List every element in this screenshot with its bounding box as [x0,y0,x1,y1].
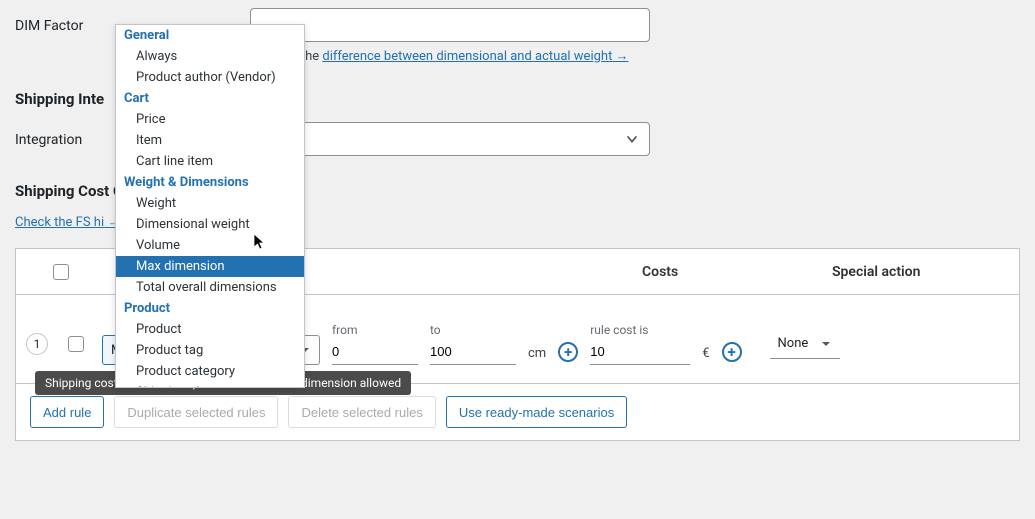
to-label: to [430,323,516,337]
dim-factor-input[interactable] [250,8,650,42]
from-input[interactable] [332,339,418,365]
unit-cm: cm [528,346,546,365]
dropdown-option[interactable]: Always [116,46,304,67]
when-dropdown-list[interactable]: GeneralAlwaysProduct author (Vendor)Cart… [115,24,305,388]
dropdown-option[interactable]: Cart line item [116,151,304,172]
chevron-down-icon [625,132,639,146]
to-input[interactable] [430,339,516,365]
costs-header: Costs [642,264,832,280]
dropdown-group: Weight & Dimensions [116,172,304,193]
dropdown-option[interactable]: Dimensional weight [116,214,304,235]
select-all-checkbox[interactable] [53,264,69,280]
dropdown-option[interactable]: Shipping class [116,382,304,388]
dropdown-option[interactable]: Product tag [116,340,304,361]
unit-eur: € [702,346,709,365]
delete-rules-button[interactable]: Delete selected rules [288,396,435,428]
rule-number: 1 [26,333,48,355]
add-cost-button[interactable]: + [722,342,742,362]
integration-select[interactable] [250,122,650,156]
add-rule-button[interactable]: Add rule [30,396,104,428]
rule-cost-label: rule cost is [590,323,690,337]
dropdown-group: Cart [116,88,304,109]
helper-text: re about the difference between dimensio… [250,42,650,64]
mouse-cursor-icon [253,233,267,251]
dropdown-option[interactable]: Product [116,319,304,340]
special-action-select[interactable]: None [770,329,840,359]
special-action-header: Special action [832,264,1019,280]
dropdown-option[interactable]: Price [116,109,304,130]
dropdown-option[interactable]: Volume [116,235,304,256]
dropdown-option[interactable]: Weight [116,193,304,214]
use-scenarios-button[interactable]: Use ready-made scenarios [446,396,627,428]
caret-down-icon [820,338,832,350]
dropdown-option[interactable]: Total overall dimensions [116,277,304,298]
dropdown-group: Product [116,298,304,319]
from-label: from [332,323,418,337]
row-checkbox[interactable] [68,336,84,352]
fs-link[interactable]: Check the FS hi [15,215,120,230]
table-footer: Shipping cost based on the product's max… [16,383,1019,440]
dropdown-option[interactable]: Product category [116,361,304,382]
dim-weight-help-link[interactable]: difference between dimensional and actua… [322,49,628,64]
dropdown-group: General [116,25,304,46]
dropdown-option[interactable]: Max dimension [116,256,304,277]
dropdown-option[interactable]: Product author (Vendor) [116,67,304,88]
dropdown-option[interactable]: Item [116,130,304,151]
rule-cost-input[interactable] [590,339,690,365]
duplicate-rules-button[interactable]: Duplicate selected rules [114,396,278,428]
add-condition-button[interactable]: + [558,342,578,362]
